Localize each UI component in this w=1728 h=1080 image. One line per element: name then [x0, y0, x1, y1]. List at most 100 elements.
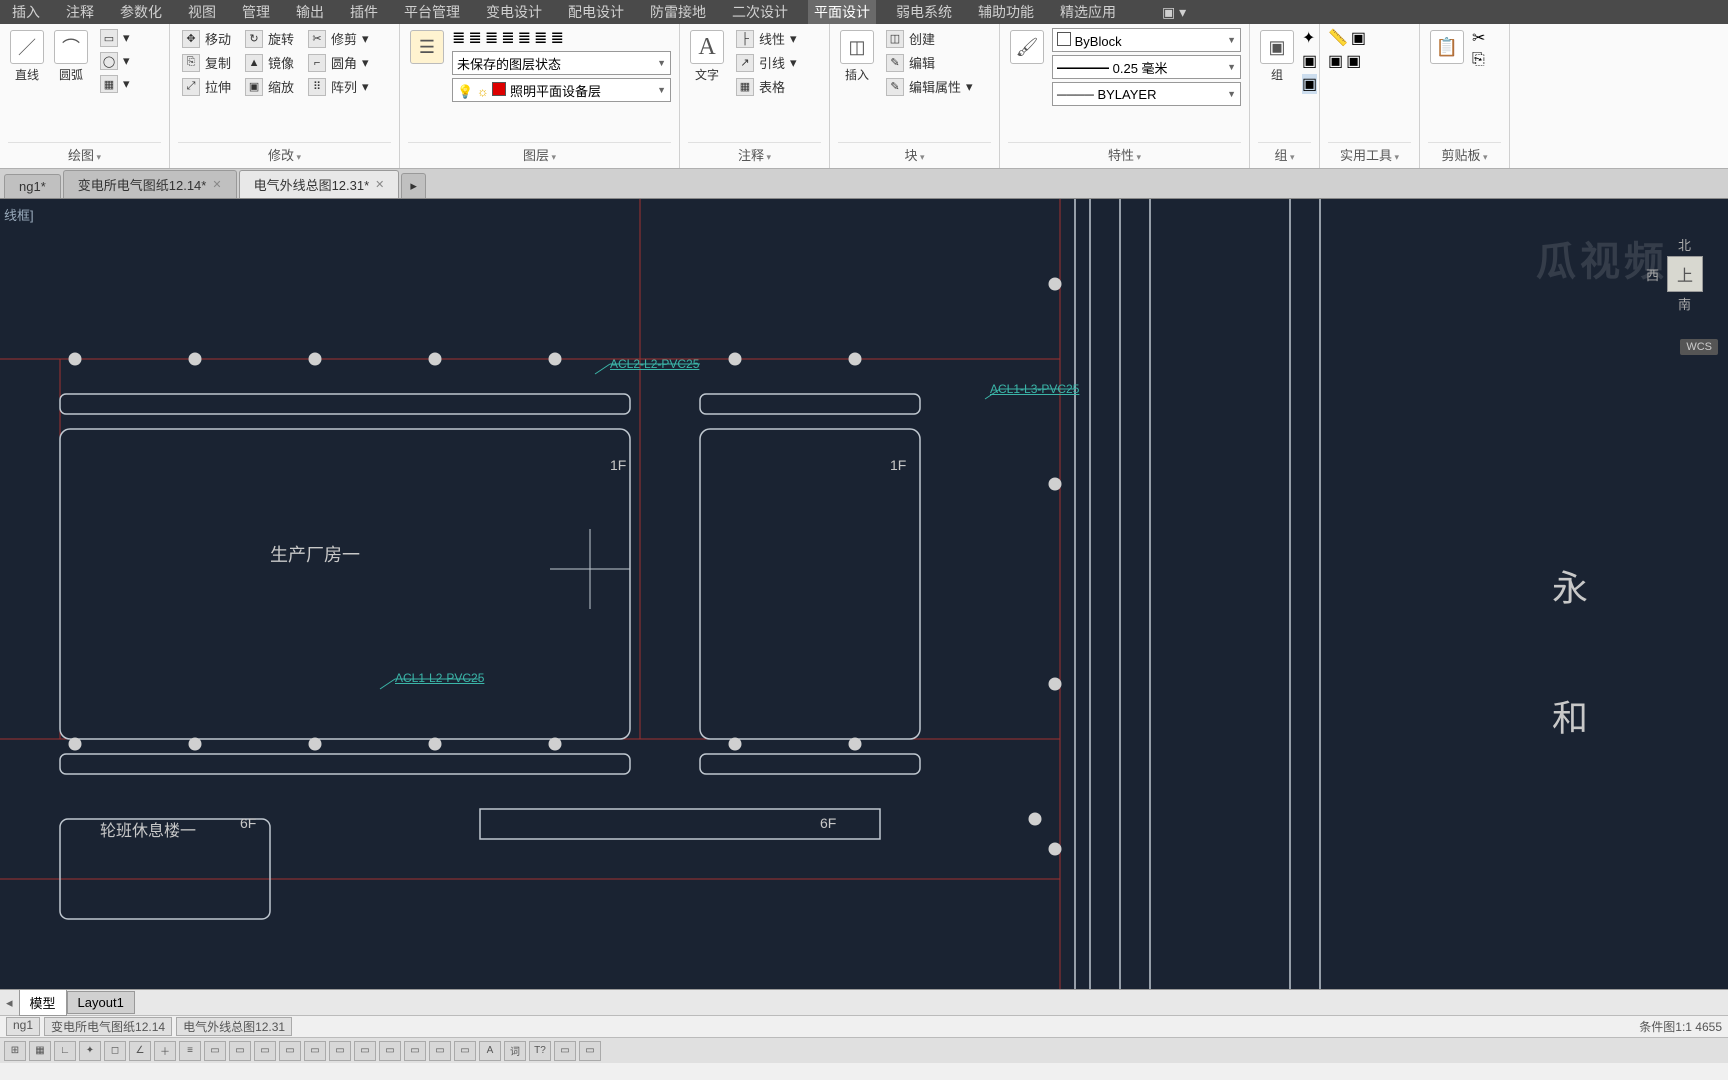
status-toggle[interactable]: ▭: [254, 1041, 276, 1061]
lineweight-combo[interactable]: ━━━━ 0.25 毫米▼: [1052, 55, 1241, 79]
util-icon[interactable]: ▣: [1346, 51, 1361, 71]
status-toggle[interactable]: ▭: [354, 1041, 376, 1061]
layer-current-combo[interactable]: 💡 ☼ 照明平面设备层▼: [452, 78, 671, 102]
panel-layer-title[interactable]: 图层: [408, 142, 671, 166]
sheet-tab[interactable]: 电气外线总图12.31: [176, 1017, 292, 1036]
status-toggle[interactable]: ▭: [404, 1041, 426, 1061]
menu-plan[interactable]: 平面设计: [808, 0, 876, 24]
status-toggle[interactable]: ▭: [429, 1041, 451, 1061]
linear-dim-button[interactable]: ├线性 ▾: [732, 28, 801, 49]
group-tool-icon[interactable]: ▣: [1302, 74, 1317, 94]
tab-model[interactable]: 模型: [19, 989, 67, 1016]
menu-output[interactable]: 输出: [290, 0, 330, 24]
snap-toggle[interactable]: ⊞: [4, 1041, 26, 1061]
status-toggle[interactable]: ▭: [229, 1041, 251, 1061]
layer-tool-icon[interactable]: ≣: [534, 28, 547, 48]
viewcube-top-face[interactable]: 上: [1667, 256, 1703, 292]
group-tool-icon[interactable]: ▣: [1302, 51, 1317, 71]
panel-draw-title[interactable]: 绘图: [8, 142, 161, 166]
tab-3[interactable]: 电气外线总图12.31*✕: [239, 170, 400, 198]
menu-platform[interactable]: 平台管理: [398, 0, 466, 24]
menu-aux[interactable]: 辅助功能: [972, 0, 1040, 24]
copy-button[interactable]: ⎘复制: [178, 52, 235, 73]
line-button[interactable]: ／直线: [8, 28, 46, 85]
layer-tool-icon[interactable]: ≣: [550, 28, 563, 48]
status-toggle[interactable]: ▭: [329, 1041, 351, 1061]
layer-tool-icon[interactable]: ≣: [468, 28, 481, 48]
text-button[interactable]: A文字: [688, 28, 726, 85]
status-toggle[interactable]: ▭: [279, 1041, 301, 1061]
menu-manage[interactable]: 管理: [236, 0, 276, 24]
table-button[interactable]: ▦表格: [732, 76, 801, 97]
rotate-button[interactable]: ↻旋转: [241, 28, 298, 49]
menu-annotate[interactable]: 注释: [60, 0, 100, 24]
status-toggle[interactable]: ▭: [454, 1041, 476, 1061]
layer-props-button[interactable]: ☰: [408, 28, 446, 66]
status-toggle[interactable]: ▭: [379, 1041, 401, 1061]
insert-button[interactable]: ◫插入: [838, 28, 876, 85]
panel-modify-title[interactable]: 修改: [178, 142, 391, 166]
edit-block-button[interactable]: ✎编辑: [882, 52, 977, 73]
layer-tool-icon[interactable]: ≣: [485, 28, 498, 48]
ortho-toggle[interactable]: ∟: [54, 1041, 76, 1061]
fillet-button[interactable]: ⌐圆角 ▾: [304, 52, 373, 73]
menu-parametric[interactable]: 参数化: [114, 0, 168, 24]
menu-featured[interactable]: 精选应用: [1054, 0, 1122, 24]
tab-layout1[interactable]: Layout1: [67, 991, 135, 1014]
status-toggle[interactable]: T?: [529, 1041, 551, 1061]
lwt-toggle[interactable]: ≡: [179, 1041, 201, 1061]
mirror-button[interactable]: ▲镜像: [241, 52, 298, 73]
move-button[interactable]: ✥移动: [178, 28, 235, 49]
status-toggle[interactable]: ▭: [554, 1041, 576, 1061]
grid-toggle[interactable]: ▦: [29, 1041, 51, 1061]
tab-scroll-left-icon[interactable]: ◂: [0, 995, 19, 1011]
panel-util-title[interactable]: 实用工具: [1328, 142, 1411, 166]
stretch-button[interactable]: ⤢拉伸: [178, 76, 235, 97]
color-combo[interactable]: ByBlock▼: [1052, 28, 1241, 52]
status-toggle[interactable]: ▭: [204, 1041, 226, 1061]
close-icon[interactable]: ✕: [212, 178, 221, 191]
menu-substation[interactable]: 变电设计: [480, 0, 548, 24]
create-block-button[interactable]: ◫创建: [882, 28, 977, 49]
layer-tool-icon[interactable]: ≣: [452, 28, 465, 48]
wcs-badge[interactable]: WCS: [1680, 339, 1718, 355]
menu-distribution[interactable]: 配电设计: [562, 0, 630, 24]
tab-1[interactable]: ng1*: [4, 174, 61, 198]
group-button[interactable]: ▣组: [1258, 28, 1296, 85]
util-icon[interactable]: ▣: [1328, 51, 1343, 71]
layer-tool-icon[interactable]: ≣: [518, 28, 531, 48]
match-props-button[interactable]: 🖌: [1008, 28, 1046, 66]
layer-tool-icon[interactable]: ≣: [501, 28, 514, 48]
measure-icon[interactable]: 📏: [1328, 28, 1348, 48]
status-toggle[interactable]: 词: [504, 1041, 526, 1061]
cut-icon[interactable]: ✂: [1472, 28, 1485, 48]
copy-icon[interactable]: ⎘: [1472, 51, 1485, 69]
panel-group-title[interactable]: 组: [1258, 142, 1311, 166]
menu-secondary[interactable]: 二次设计: [726, 0, 794, 24]
sheet-tab[interactable]: 变电所电气图纸12.14: [44, 1017, 172, 1036]
close-icon[interactable]: ✕: [375, 178, 384, 191]
polar-toggle[interactable]: ✦: [79, 1041, 101, 1061]
trim-button[interactable]: ✂修剪 ▾: [304, 28, 373, 49]
panel-clip-title[interactable]: 剪贴板: [1428, 142, 1501, 166]
panel-annotate-title[interactable]: 注释: [688, 142, 821, 166]
ellipse-icon[interactable]: ◯▾: [96, 51, 134, 71]
status-toggle[interactable]: ▭: [304, 1041, 326, 1061]
rect-icon[interactable]: ▭▾: [96, 28, 134, 48]
otrack-toggle[interactable]: ∠: [129, 1041, 151, 1061]
util-icon[interactable]: ▣: [1351, 28, 1366, 48]
drawing-canvas[interactable]: 线框] 瓜视频: [0, 199, 1728, 989]
dyn-toggle[interactable]: ＋: [154, 1041, 176, 1061]
group-tool-icon[interactable]: ✦: [1302, 28, 1317, 48]
status-toggle[interactable]: ▭: [579, 1041, 601, 1061]
menu-plugin[interactable]: 插件: [344, 0, 384, 24]
menu-weak[interactable]: 弱电系统: [890, 0, 958, 24]
paste-button[interactable]: 📋: [1428, 28, 1466, 66]
tab-2[interactable]: 变电所电气图纸12.14*✕: [63, 170, 237, 198]
menu-lightning[interactable]: 防雷接地: [644, 0, 712, 24]
arc-button[interactable]: ⌒圆弧: [52, 28, 90, 85]
menu-insert[interactable]: 插入: [6, 0, 46, 24]
panel-props-title[interactable]: 特性: [1008, 142, 1241, 166]
layer-state-combo[interactable]: 未保存的图层状态▼: [452, 51, 671, 75]
menu-more-icon[interactable]: ▣ ▾: [1156, 2, 1192, 23]
